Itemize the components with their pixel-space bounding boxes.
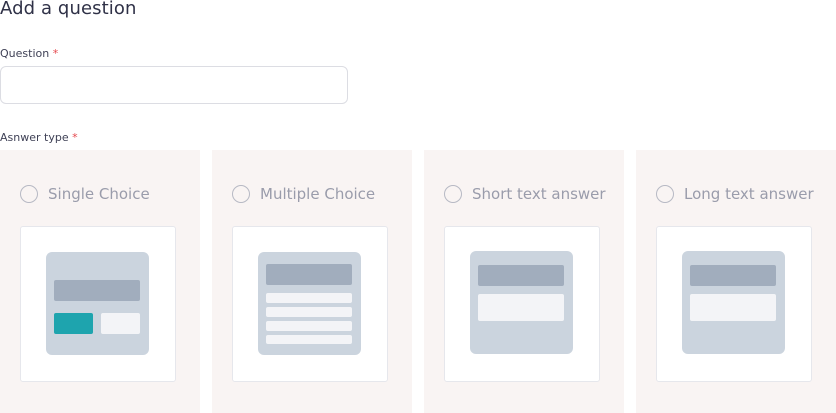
option-preview	[232, 226, 388, 382]
radio-row: Single Choice	[20, 184, 150, 204]
option-label: Multiple Choice	[260, 185, 376, 203]
multiple-choice-illustration	[258, 252, 361, 355]
answer-type-card-short-text[interactable]: Short text answer	[424, 150, 624, 413]
option-preview	[444, 226, 600, 382]
radio-unchecked-icon[interactable]	[20, 185, 38, 203]
illustration-choice	[266, 307, 352, 317]
radio-row: Multiple Choice	[232, 184, 375, 204]
long-text-illustration	[682, 251, 785, 354]
question-label-text: Question	[0, 47, 50, 60]
radio-unchecked-icon[interactable]	[232, 185, 250, 203]
illustration-choice	[101, 313, 140, 334]
radio-row: Short text answer	[444, 184, 606, 204]
radio-unchecked-icon[interactable]	[656, 185, 674, 203]
answer-type-options: Single Choice Multiple Choice Short text…	[0, 150, 836, 413]
option-label: Long text answer	[684, 185, 814, 203]
illustration-selected-choice	[54, 313, 93, 334]
answer-type-card-multiple-choice[interactable]: Multiple Choice	[212, 150, 412, 413]
radio-row: Long text answer	[656, 184, 814, 204]
answer-type-card-long-text[interactable]: Long text answer	[636, 150, 836, 413]
required-asterisk: *	[52, 47, 59, 60]
answer-type-label: Asnwer type *	[0, 131, 78, 145]
short-text-illustration	[470, 251, 573, 354]
page-title: Add a question	[0, 0, 137, 19]
option-preview	[656, 226, 812, 382]
illustration-question-bar	[478, 265, 564, 286]
option-label: Single Choice	[48, 185, 150, 203]
illustration-text-area	[690, 294, 776, 321]
illustration-text-field	[478, 294, 564, 321]
illustration-choice	[266, 321, 352, 331]
illustration-question-bar	[690, 265, 776, 286]
required-asterisk: *	[72, 131, 78, 144]
option-preview	[20, 226, 176, 382]
radio-unchecked-icon[interactable]	[444, 185, 462, 203]
illustration-choice	[266, 293, 352, 303]
option-label: Short text answer	[472, 185, 606, 203]
illustration-question-bar	[54, 280, 140, 301]
answer-type-card-single-choice[interactable]: Single Choice	[0, 150, 200, 413]
question-label: Question *	[0, 47, 58, 61]
question-input[interactable]	[0, 66, 348, 104]
illustration-question-bar	[266, 264, 352, 285]
answer-type-label-text: Asnwer type	[0, 131, 69, 144]
illustration-choice	[266, 335, 352, 344]
single-choice-illustration	[46, 252, 149, 355]
